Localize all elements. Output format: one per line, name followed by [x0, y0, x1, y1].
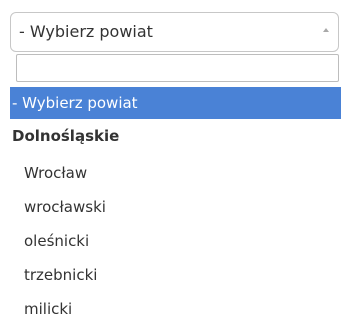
option-label: trzebnicki: [24, 266, 98, 284]
caret-up-icon: [323, 28, 329, 32]
option-wybierz-powiat[interactable]: - Wybierz powiat: [10, 87, 341, 119]
option-label: oleśnicki: [24, 232, 90, 250]
powiat-select: - Wybierz powiat - Wybierz powiat Dolnoś…: [0, 0, 341, 335]
optgroup-dolnoslaskie: Dolnośląskie: [10, 120, 341, 152]
option-milicki[interactable]: milicki: [10, 293, 341, 325]
selected-value: - Wybierz powiat: [19, 22, 153, 41]
options-list: - Wybierz powiat Dolnośląskie Wrocław wr…: [10, 87, 341, 335]
option-label: milicki: [24, 300, 73, 318]
search-box: [16, 54, 339, 82]
option-label: - Wybierz powiat: [12, 94, 138, 112]
option-wroclawski[interactable]: wrocławski: [10, 191, 341, 223]
option-olesnicki[interactable]: oleśnicki: [10, 225, 341, 257]
select-trigger[interactable]: - Wybierz powiat: [10, 12, 339, 52]
option-trzebnicki[interactable]: trzebnicki: [10, 259, 341, 291]
option-label: wrocławski: [24, 198, 106, 216]
option-label: Wrocław: [24, 164, 88, 182]
option-wroclaw[interactable]: Wrocław: [10, 157, 341, 189]
search-input[interactable]: [17, 55, 338, 81]
optgroup-label: Dolnośląskie: [12, 127, 120, 145]
